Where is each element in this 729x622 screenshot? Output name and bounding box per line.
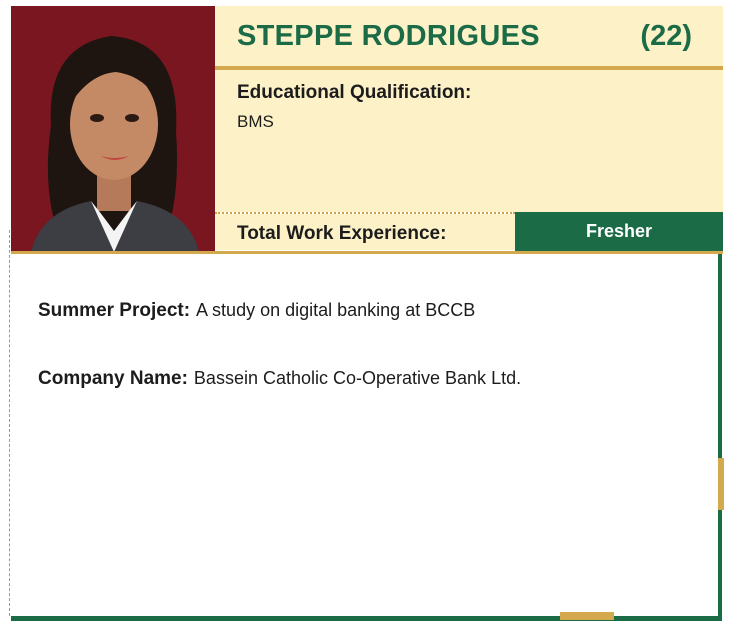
company-value: Bassein Catholic Co-Operative Bank Ltd.: [193, 368, 522, 388]
portrait-illustration: [11, 6, 215, 252]
bottom-gold-accent: [560, 612, 614, 620]
summer-project-label: Summer Project:: [38, 300, 191, 321]
qualification-section: Educational Qualification: BMS: [215, 70, 723, 212]
header-bottom-rule: [11, 251, 723, 254]
qualification-value: BMS: [237, 112, 274, 131]
right-border: [718, 254, 722, 618]
summer-project-row: Summer Project: A study on digital bankin…: [38, 300, 475, 322]
name-header: STEPPE RODRIGUES (22): [215, 6, 723, 66]
summer-project-value: A study on digital banking at BCCB: [196, 300, 476, 320]
experience-label: Total Work Experience:: [237, 223, 447, 244]
bottom-border: [11, 616, 722, 621]
company-label: Company Name:: [38, 368, 188, 389]
left-dashed-border: [9, 230, 10, 616]
right-gold-accent: [718, 458, 724, 510]
profile-photo: [11, 6, 215, 252]
student-name: STEPPE RODRIGUES: [237, 20, 540, 52]
qualification-label: Educational Qualification:: [237, 82, 472, 103]
experience-row: Total Work Experience:: [215, 214, 515, 250]
company-row: Company Name: Bassein Catholic Co-Operati…: [38, 368, 521, 390]
experience-badge: Fresher: [515, 212, 723, 251]
roll-number: (22): [640, 20, 692, 52]
profile-card: STEPPE RODRIGUES (22) Educational Qualif…: [0, 0, 729, 622]
